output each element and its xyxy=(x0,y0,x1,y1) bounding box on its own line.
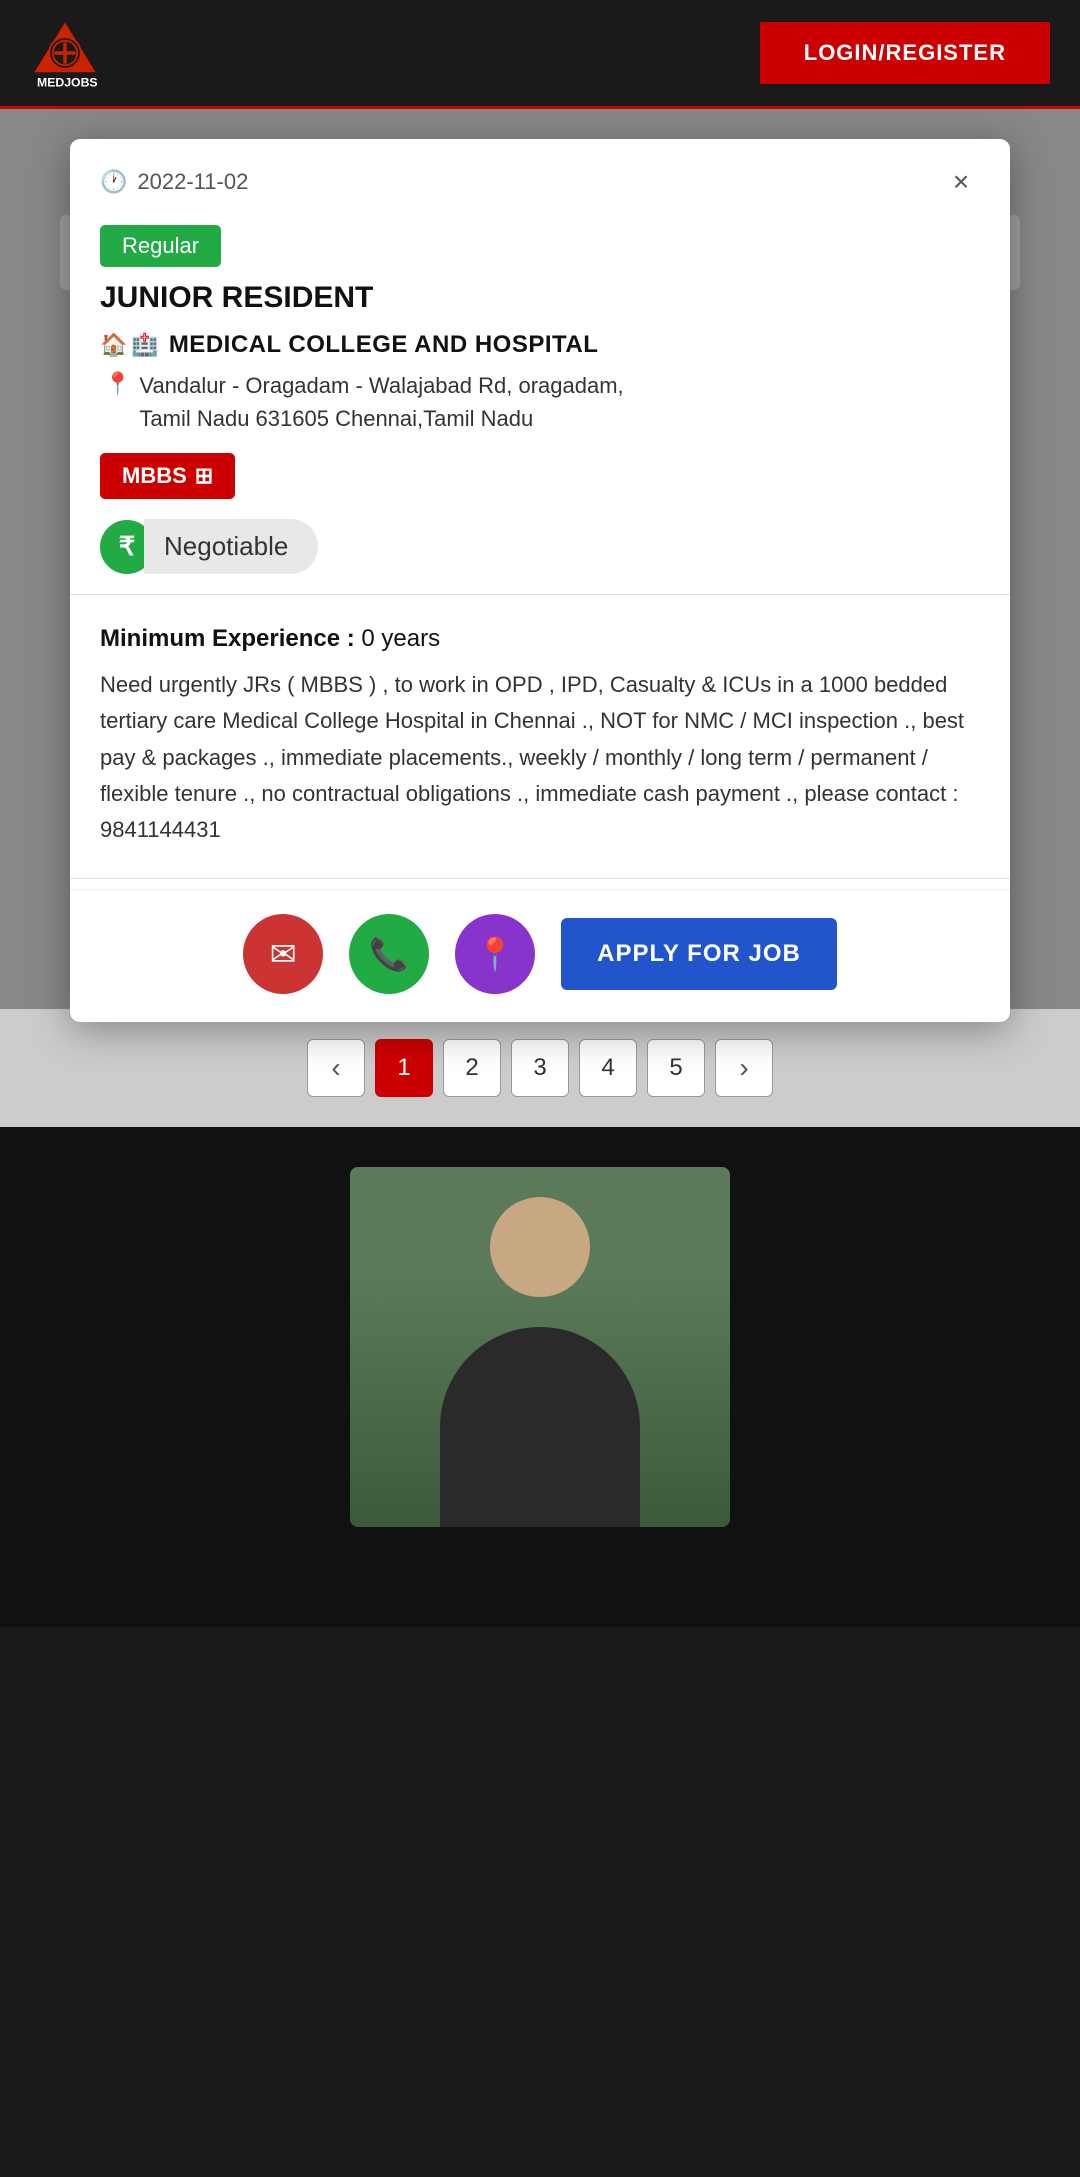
email-icon: ✉ xyxy=(270,935,297,973)
login-register-button[interactable]: LOGIN/REGISTER xyxy=(760,22,1050,84)
modal-footer-divider xyxy=(70,878,1010,879)
hospital-row: 🏠 🏥 MEDICAL COLLEGE AND HOSPITAL xyxy=(100,331,980,359)
modal-body: Regular JUNIOR RESIDENT 🏠 🏥 MEDICAL COLL… xyxy=(70,211,1010,574)
salary-row: ₹ Negotiable xyxy=(100,519,980,574)
person-head xyxy=(490,1197,590,1297)
pagination-area: ‹ 1 2 3 4 5 › xyxy=(0,1009,1080,1127)
modal-job-title: JUNIOR RESIDENT xyxy=(100,281,980,315)
page-button-2[interactable]: 2 xyxy=(443,1039,501,1097)
location-button[interactable]: 📍 xyxy=(455,914,535,994)
location-line1: Vandalur - Oragadam - Walajabad Rd, orag… xyxy=(139,369,623,402)
logo-container: MEDJOBS xyxy=(30,18,100,88)
modal-date-text: 2022-11-02 xyxy=(137,169,248,195)
clock-icon: 🕐 xyxy=(100,169,127,195)
job-type-badge: Regular xyxy=(100,225,221,267)
home-icon: 🏠 xyxy=(100,332,127,358)
hospital-icons: 🏠 🏥 xyxy=(100,332,159,358)
svg-text:MEDJOBS: MEDJOBS xyxy=(37,75,98,88)
header: MEDJOBS LOGIN/REGISTER xyxy=(0,0,1080,109)
modal-header: 🕐 2022-11-02 × xyxy=(70,139,1010,211)
map-pin-icon: 📍 xyxy=(475,935,515,973)
qualification-icon: ⊞ xyxy=(195,463,213,489)
email-button[interactable]: ✉ xyxy=(243,914,323,994)
modal-divider xyxy=(70,594,1010,595)
modal-close-button[interactable]: × xyxy=(942,163,980,201)
page-button-3[interactable]: 3 xyxy=(511,1039,569,1097)
page-button-4[interactable]: 4 xyxy=(579,1039,637,1097)
phone-button[interactable]: 📞 xyxy=(349,914,429,994)
apply-for-job-button[interactable]: APPLY FOR JOB xyxy=(561,918,837,990)
modal-date: 🕐 2022-11-02 xyxy=(100,169,248,195)
person-body xyxy=(440,1327,640,1527)
page-button-5[interactable]: 5 xyxy=(647,1039,705,1097)
qualification-badge: MBBS ⊞ xyxy=(100,453,235,499)
person-silhouette xyxy=(350,1167,730,1527)
location-line2: Tamil Nadu 631605 Chennai,Tamil Nadu xyxy=(139,402,623,435)
min-experience-label: Minimum Experience : xyxy=(100,625,355,652)
footer-person-image xyxy=(350,1167,730,1527)
main-content: View Locum Jobs DUTY DOCTORS MBBS Regula… xyxy=(0,109,1080,1009)
job-description: Need urgently JRs ( MBBS ) , to work in … xyxy=(100,667,980,848)
min-experience-value: 0 years xyxy=(361,625,440,652)
modal-footer: ✉ 📞 📍 APPLY FOR JOB xyxy=(70,889,1010,1022)
phone-icon: 📞 xyxy=(369,935,409,973)
location-pin-icon: 📍 xyxy=(104,371,131,397)
modal-details: Minimum Experience : 0 years Need urgent… xyxy=(70,605,1010,868)
salary-text: Negotiable xyxy=(144,519,318,574)
pagination-next-button[interactable]: › xyxy=(715,1039,773,1097)
footer-dark xyxy=(0,1127,1080,1627)
modal-overlay: 🕐 2022-11-02 × Regular JUNIOR RESIDENT 🏠… xyxy=(0,109,1080,1009)
job-modal: 🕐 2022-11-02 × Regular JUNIOR RESIDENT 🏠… xyxy=(70,139,1010,1022)
medjobs-logo-icon: MEDJOBS xyxy=(30,18,100,88)
location-row: 📍 Vandalur - Oragadam - Walajabad Rd, or… xyxy=(100,369,980,435)
pagination-prev-button[interactable]: ‹ xyxy=(307,1039,365,1097)
qualification-row: MBBS ⊞ xyxy=(100,453,980,519)
page-button-1[interactable]: 1 xyxy=(375,1039,433,1097)
location-text: Vandalur - Oragadam - Walajabad Rd, orag… xyxy=(139,369,623,435)
qualification-text: MBBS xyxy=(122,463,187,489)
hospital-name: MEDICAL COLLEGE AND HOSPITAL xyxy=(169,331,599,359)
min-experience: Minimum Experience : 0 years xyxy=(100,625,980,653)
hospital-icon: 🏥 xyxy=(131,332,158,358)
